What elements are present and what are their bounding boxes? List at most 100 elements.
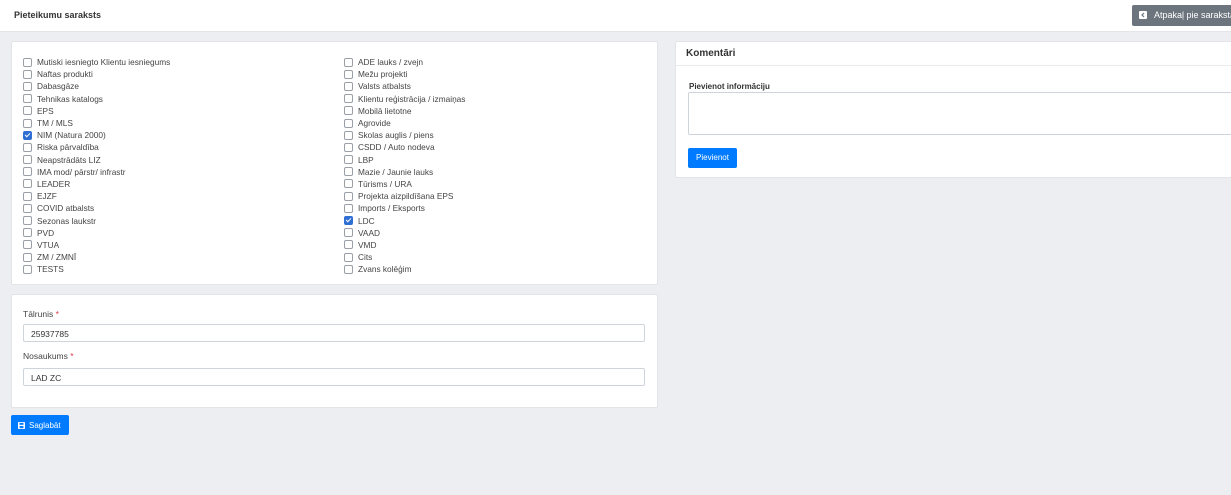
checklist-item-label: Cits bbox=[358, 252, 373, 263]
checklist-item[interactable]: Cits bbox=[344, 251, 465, 263]
checkbox[interactable] bbox=[344, 216, 353, 226]
checklist-item[interactable]: Klientu reģistrācija / izmaiņas bbox=[344, 93, 465, 105]
checkbox[interactable] bbox=[344, 264, 353, 274]
checkbox[interactable] bbox=[344, 69, 353, 79]
page-title: Pieteikumu saraksts bbox=[14, 10, 102, 20]
checkbox[interactable] bbox=[23, 203, 32, 213]
checklist-item[interactable]: NIM (Natura 2000) bbox=[23, 129, 170, 141]
add-info-textarea[interactable] bbox=[688, 92, 1231, 135]
checklist-item-label: TM / MLS bbox=[37, 118, 73, 129]
checkbox[interactable] bbox=[23, 69, 32, 79]
checklist-item[interactable]: Naftas produkti bbox=[23, 68, 170, 80]
checklist-item-label: ADE lauks / zvejn bbox=[358, 57, 424, 68]
contact-fields-card: Tālrunis * 25937785 Nosaukums * LAD ZC bbox=[11, 294, 658, 408]
checkbox[interactable] bbox=[23, 264, 32, 274]
checklist-item[interactable]: VTUA bbox=[23, 239, 170, 251]
checklist-item[interactable]: ADE lauks / zvejn bbox=[344, 56, 465, 68]
checkbox[interactable] bbox=[344, 167, 353, 177]
checklist-item[interactable]: LDC bbox=[344, 214, 465, 226]
checkbox[interactable] bbox=[344, 228, 353, 238]
checklist-item[interactable]: Tūrisms / URA bbox=[344, 178, 465, 190]
checklist-item[interactable]: Agrovide bbox=[344, 117, 465, 129]
checklist-item[interactable]: CSDD / Auto nodeva bbox=[344, 141, 465, 153]
checklist-item-label: Dabasgāze bbox=[37, 81, 79, 92]
checklist-item[interactable]: Neapstrādāts LIZ bbox=[23, 154, 170, 166]
checklist-item[interactable]: Riska pārvaldība bbox=[23, 141, 170, 153]
checklist-item[interactable]: COVID atbalsts bbox=[23, 202, 170, 214]
checkbox[interactable] bbox=[344, 57, 353, 67]
checklist-item[interactable]: Mazie / Jaunie lauks bbox=[344, 166, 465, 178]
checklist-item[interactable]: Imports / Eksports bbox=[344, 202, 465, 214]
checkbox[interactable] bbox=[23, 179, 32, 189]
checklist-item[interactable]: EPS bbox=[23, 105, 170, 117]
checkbox[interactable] bbox=[23, 167, 32, 177]
checkbox[interactable] bbox=[23, 142, 32, 152]
checklist-item[interactable]: Mežu projekti bbox=[344, 68, 465, 80]
checklist-item[interactable]: Valsts atbalsts bbox=[344, 80, 465, 92]
checklist-item[interactable]: EJZF bbox=[23, 190, 170, 202]
save-button[interactable]: Saglabāt bbox=[11, 415, 69, 435]
checkbox[interactable] bbox=[23, 94, 32, 104]
checkbox[interactable] bbox=[23, 228, 32, 238]
checklist-item[interactable]: VMD bbox=[344, 239, 465, 251]
checklist-item-label: LBP bbox=[358, 154, 374, 165]
checkbox[interactable] bbox=[23, 57, 32, 67]
checklist-item-label: CSDD / Auto nodeva bbox=[358, 142, 435, 153]
checklist-item[interactable]: IMA mod/ pārstr/ infrastr bbox=[23, 166, 170, 178]
checklist-item[interactable]: Skolas auglis / piens bbox=[344, 129, 465, 141]
checkbox[interactable] bbox=[23, 118, 32, 128]
checkbox[interactable] bbox=[344, 94, 353, 104]
checklist-item-label: Valsts atbalsts bbox=[358, 81, 411, 92]
name-label-text: Nosaukums bbox=[23, 351, 68, 361]
checkbox[interactable] bbox=[23, 130, 32, 140]
checkbox[interactable] bbox=[344, 142, 353, 152]
checklist-item-label: Tūrisms / URA bbox=[358, 178, 412, 189]
add-comment-button[interactable]: Pievienot bbox=[688, 148, 737, 168]
checklist-item[interactable]: TESTS bbox=[23, 263, 170, 275]
checklist-item[interactable]: ZM / ZMNĪ bbox=[23, 251, 170, 263]
checklist-item-label: COVID atbalsts bbox=[37, 203, 95, 214]
checklist-column-1: Mutiski iesniegto Klientu iesniegums Naft… bbox=[23, 56, 170, 275]
checklist-item-label: Zvans kolēģim bbox=[358, 264, 412, 275]
checkbox[interactable] bbox=[344, 130, 353, 140]
name-input[interactable]: LAD ZC bbox=[23, 368, 645, 386]
checkbox[interactable] bbox=[344, 118, 353, 128]
checkbox[interactable] bbox=[23, 216, 32, 226]
checklist-item[interactable]: Sezonas laukstr bbox=[23, 214, 170, 226]
checklist-item[interactable]: Projekta aizpildīšana EPS bbox=[344, 190, 465, 202]
checkbox[interactable] bbox=[23, 81, 32, 91]
back-to-list-button[interactable]: Atpakaļ pie saraksta bbox=[1132, 5, 1231, 26]
checkbox[interactable] bbox=[23, 155, 32, 165]
checkbox[interactable] bbox=[344, 240, 353, 250]
back-to-list-label: Atpakaļ pie saraksta bbox=[1154, 10, 1231, 20]
checklist-item-label: LEADER bbox=[37, 178, 71, 189]
checklist-item[interactable]: Tehnikas katalogs bbox=[23, 93, 170, 105]
checkbox[interactable] bbox=[23, 106, 32, 116]
checklist-item[interactable]: VAAD bbox=[344, 227, 465, 239]
checklist-item[interactable]: Dabasgāze bbox=[23, 80, 170, 92]
checklist-item-label: TESTS bbox=[37, 264, 64, 275]
checklist-item-label: Projekta aizpildīšana EPS bbox=[358, 191, 454, 202]
checklist-item-label: Mazie / Jaunie lauks bbox=[358, 166, 434, 177]
checklist-item-label: Mobilā lietotne bbox=[358, 105, 412, 116]
checklist-item[interactable]: Mutiski iesniegto Klientu iesniegums bbox=[23, 56, 170, 68]
checklist-item-label: Mutiski iesniegto Klientu iesniegums bbox=[37, 57, 171, 68]
checklist-item[interactable]: PVD bbox=[23, 227, 170, 239]
checkbox[interactable] bbox=[344, 155, 353, 165]
checklist-item[interactable]: Zvans kolēģim bbox=[344, 263, 465, 275]
checkbox[interactable] bbox=[23, 191, 32, 201]
checklist-item[interactable]: Mobilā lietotne bbox=[344, 105, 465, 117]
checkbox[interactable] bbox=[344, 252, 353, 262]
checkbox[interactable] bbox=[344, 191, 353, 201]
checklist-item[interactable]: LEADER bbox=[23, 178, 170, 190]
checklist-item[interactable]: LBP bbox=[344, 154, 465, 166]
checkbox[interactable] bbox=[344, 203, 353, 213]
checkbox[interactable] bbox=[344, 179, 353, 189]
checklist-item[interactable]: TM / MLS bbox=[23, 117, 170, 129]
checkbox[interactable] bbox=[344, 106, 353, 116]
checkbox[interactable] bbox=[23, 252, 32, 262]
checklist-item-label: Tehnikas katalogs bbox=[37, 93, 103, 104]
checkbox[interactable] bbox=[23, 240, 32, 250]
phone-input[interactable]: 25937785 bbox=[23, 324, 645, 342]
checkbox[interactable] bbox=[344, 81, 353, 91]
